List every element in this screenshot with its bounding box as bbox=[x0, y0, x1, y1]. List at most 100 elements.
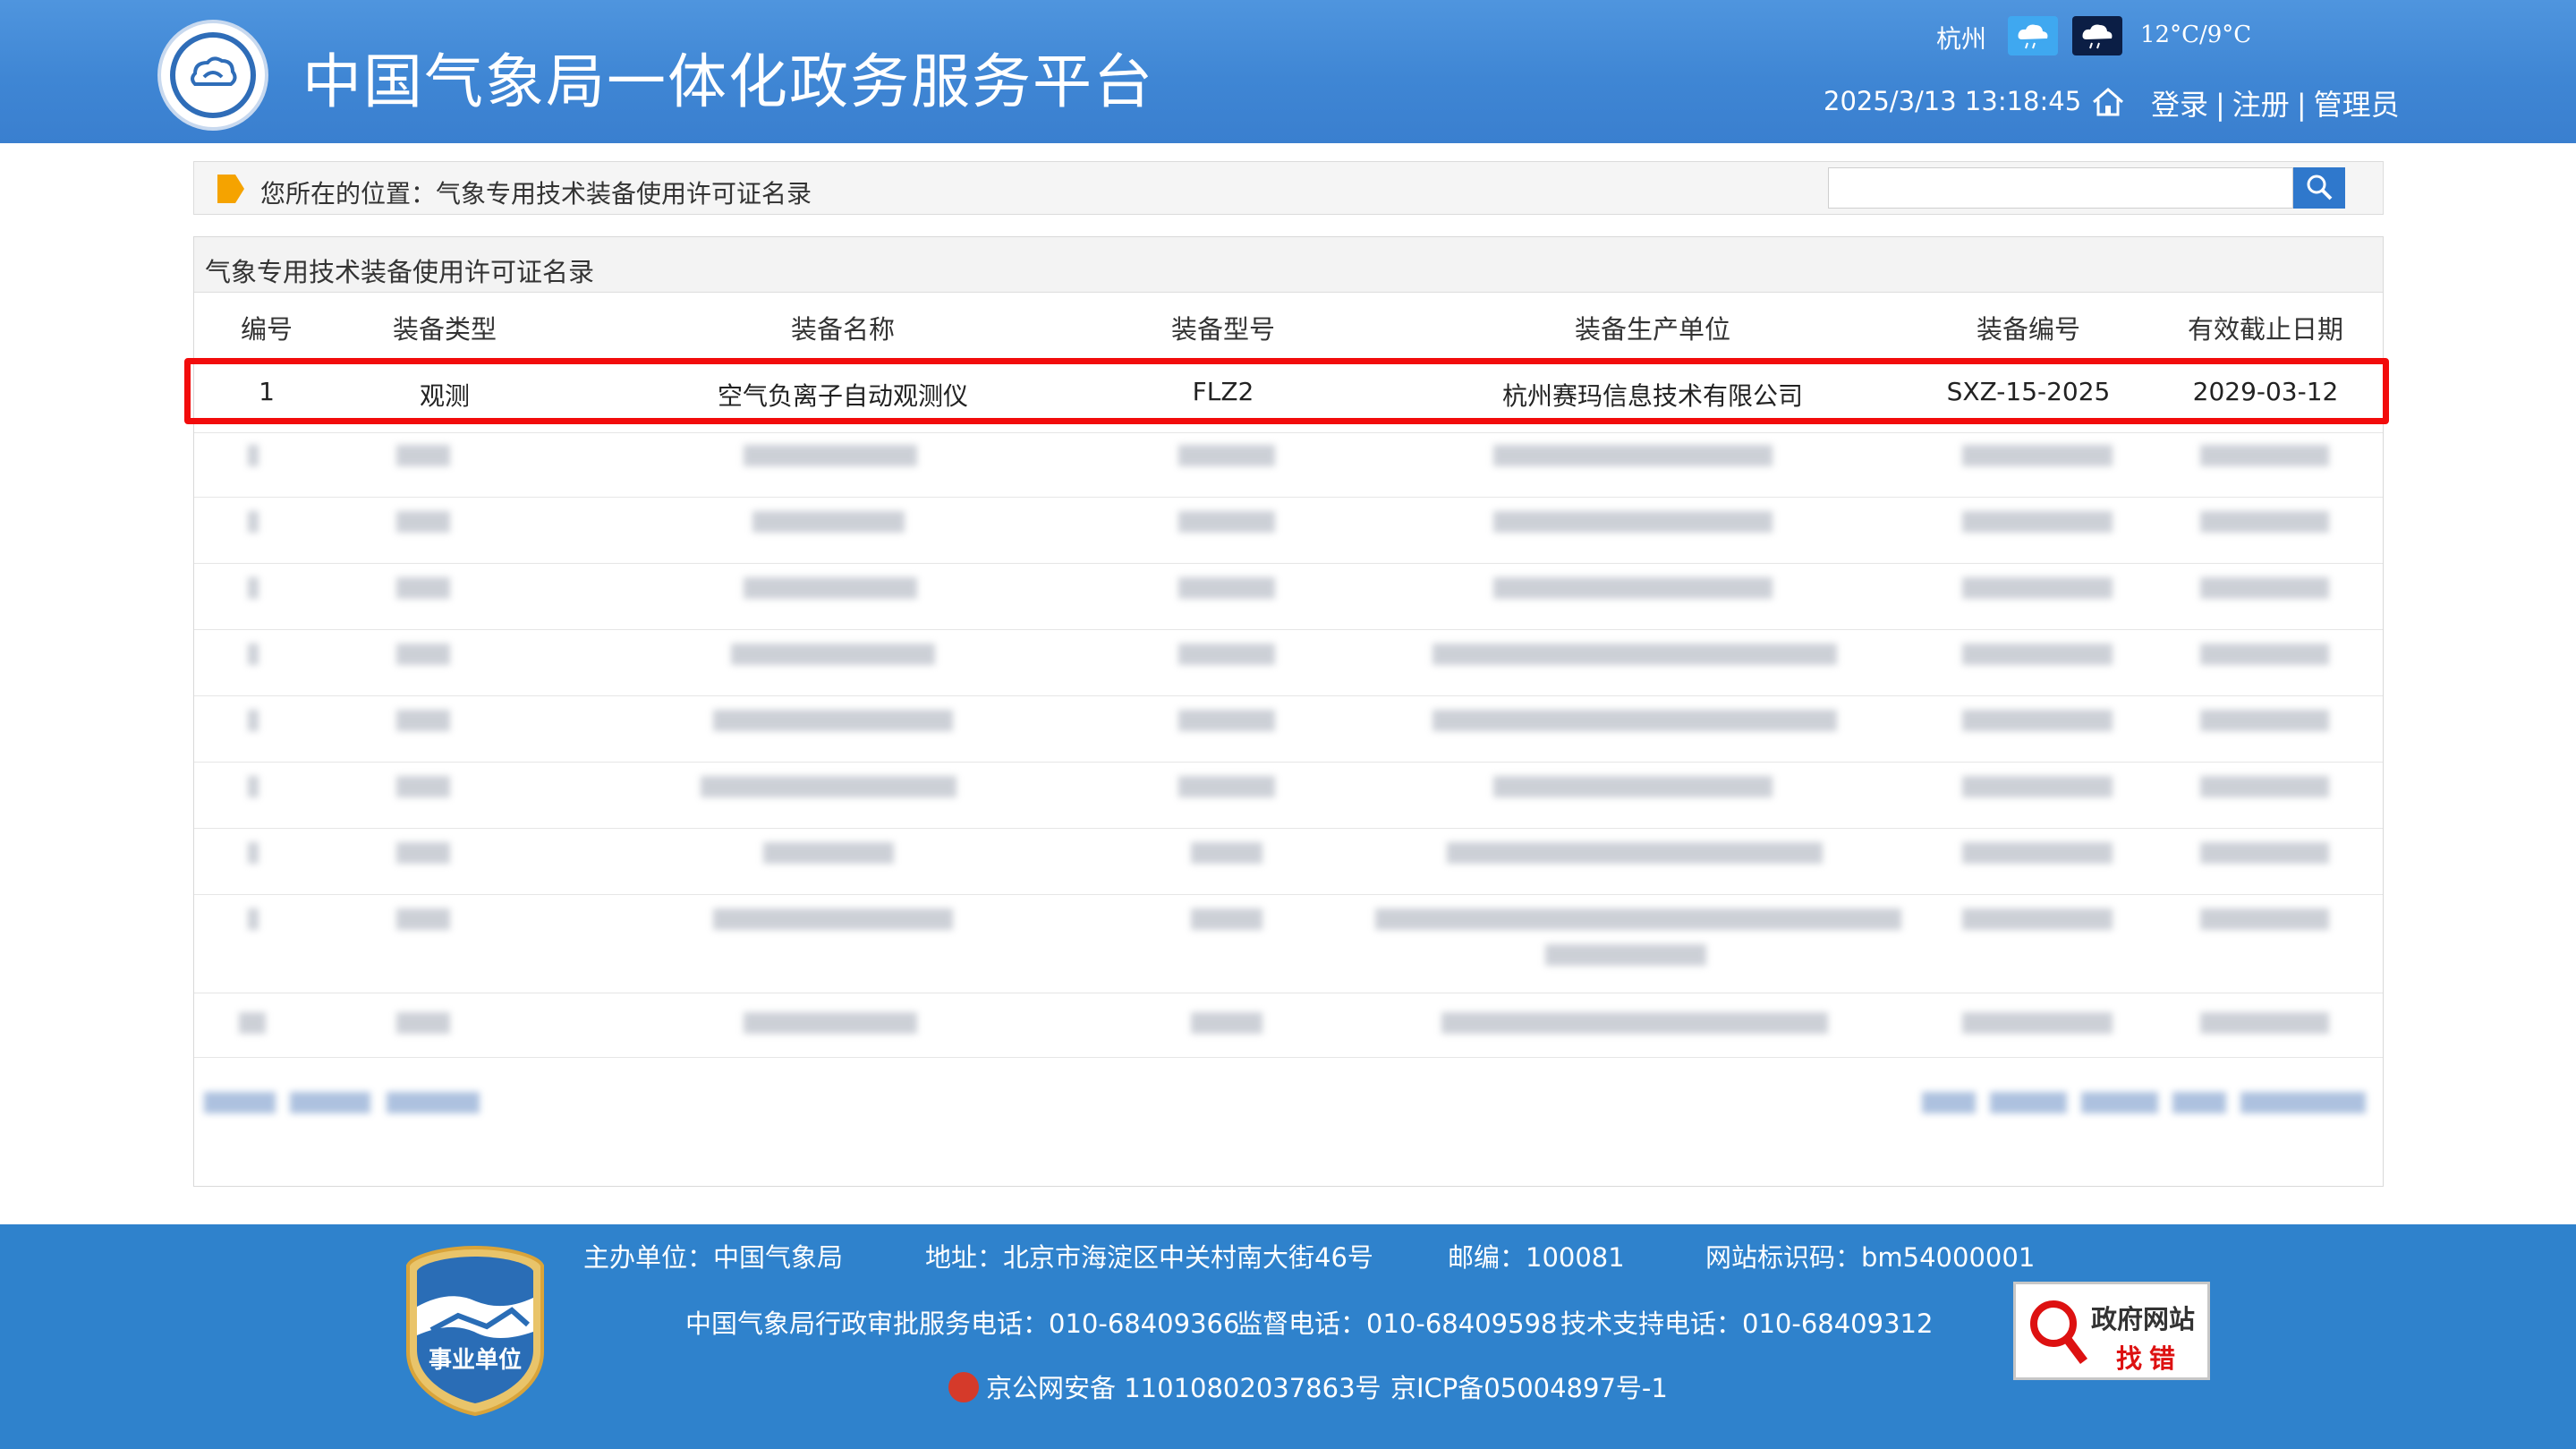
blurred-cell bbox=[2200, 842, 2329, 864]
blurred-cell bbox=[2200, 445, 2329, 466]
magnifier-icon bbox=[2030, 1300, 2087, 1364]
error-site-line1: 政府网站 bbox=[2091, 1304, 2196, 1334]
blurred-cell bbox=[248, 776, 259, 797]
blurred-cell bbox=[1962, 644, 2113, 665]
blurred-cell bbox=[1962, 445, 2113, 466]
blurred-cell bbox=[763, 842, 894, 864]
column-header-name: 装备名称 bbox=[790, 314, 895, 345]
public-institution-badge[interactable]: 事业单位 bbox=[404, 1244, 546, 1416]
footer-service-phone: 中国气象局行政审批服务电话：010-68409366 bbox=[685, 1308, 1240, 1339]
blurred-cell bbox=[248, 644, 259, 665]
blurred-cell bbox=[1178, 776, 1275, 797]
blurred-cell bbox=[2200, 511, 2329, 533]
blurred-cell bbox=[396, 842, 450, 864]
blurred-cell bbox=[1178, 445, 1275, 466]
blurred-cell bbox=[2200, 577, 2329, 599]
blurred-cell bbox=[1433, 644, 1837, 665]
row-divider bbox=[194, 629, 2383, 630]
panel-title: 气象专用技术装备使用许可证名录 bbox=[205, 257, 595, 287]
blurred-cell bbox=[2200, 776, 2329, 797]
blurred-pager-button[interactable] bbox=[2172, 1092, 2226, 1113]
footer-supervise-phone: 监督电话：010-68409598 bbox=[1237, 1308, 1558, 1339]
blurred-cell bbox=[744, 445, 917, 466]
blurred-cell bbox=[1191, 908, 1262, 930]
blurred-pager-button[interactable] bbox=[2081, 1092, 2158, 1113]
site-title: 中国气象局一体化政务服务平台 bbox=[302, 47, 1154, 116]
breadcrumb-label: 您所在的位置： bbox=[260, 179, 437, 209]
blurred-pager-text bbox=[290, 1092, 370, 1113]
blurred-cell bbox=[1962, 511, 2113, 533]
column-header-model: 装备型号 bbox=[1170, 314, 1275, 345]
blurred-cell bbox=[396, 577, 450, 599]
blurred-cell bbox=[1191, 1012, 1262, 1034]
search-button[interactable] bbox=[2293, 167, 2345, 209]
breadcrumb-text: 您所在的位置：气象专用技术装备使用许可证名录 bbox=[260, 175, 812, 210]
blurred-cell bbox=[248, 445, 259, 466]
blurred-cell bbox=[713, 710, 953, 731]
blurred-cell bbox=[1962, 577, 2113, 599]
row-divider bbox=[194, 828, 2383, 829]
blurred-cell bbox=[744, 1012, 917, 1034]
pagination-controls[interactable] bbox=[1922, 1085, 2369, 1117]
blurred-pager-text bbox=[204, 1092, 276, 1113]
weather-temperature: 12°C/9°C bbox=[2140, 21, 2252, 48]
register-link[interactable]: 注册 bbox=[2232, 88, 2290, 122]
blurred-cell bbox=[396, 644, 450, 665]
blurred-cell bbox=[2200, 710, 2329, 731]
blurred-pager-button[interactable] bbox=[1990, 1092, 2067, 1113]
blurred-cell bbox=[1962, 776, 2113, 797]
error-site-line2: 找错 bbox=[2116, 1343, 2183, 1374]
blurred-cell bbox=[752, 511, 905, 533]
weather-city: 杭州 bbox=[1936, 24, 1987, 54]
blurred-cell bbox=[239, 1012, 266, 1034]
blurred-cell bbox=[2200, 908, 2329, 930]
blurred-cell bbox=[1962, 1012, 2113, 1034]
blurred-pager-button[interactable] bbox=[2240, 1092, 2366, 1113]
link-separator: | bbox=[2215, 88, 2225, 122]
row-divider bbox=[194, 1057, 2383, 1058]
blurred-cell bbox=[1962, 710, 2113, 731]
blurred-cell bbox=[713, 908, 953, 930]
footer-address: 地址：北京市海淀区中关村南大街46号 bbox=[925, 1242, 1373, 1273]
logo-cloud-mark bbox=[191, 56, 237, 86]
search-input[interactable] bbox=[1828, 167, 2293, 209]
blurred-cell bbox=[2200, 644, 2329, 665]
blurred-cell bbox=[1178, 710, 1275, 731]
rain-night-icon bbox=[2072, 16, 2122, 55]
blurred-cell bbox=[396, 511, 450, 533]
row-divider bbox=[194, 432, 2383, 433]
column-header-no: 编号 bbox=[240, 314, 293, 345]
blurred-cell bbox=[1447, 842, 1823, 864]
column-header-expiry: 有效截止日期 bbox=[2187, 314, 2343, 345]
footer-icp[interactable]: 京ICP备05004897号-1 bbox=[1390, 1368, 1668, 1405]
row-divider bbox=[194, 497, 2383, 498]
blurred-cell bbox=[1493, 511, 1773, 533]
badge-text: 事业单位 bbox=[429, 1346, 522, 1374]
blurred-cell bbox=[744, 577, 917, 599]
column-header-maker: 装备生产单位 bbox=[1574, 314, 1730, 345]
home-icon[interactable] bbox=[2090, 86, 2126, 118]
blurred-cell bbox=[396, 710, 450, 731]
login-link[interactable]: 登录 bbox=[2151, 88, 2208, 122]
footer-postcode: 邮编：100081 bbox=[1448, 1242, 1625, 1273]
cma-logo[interactable] bbox=[157, 20, 268, 131]
blurred-cell bbox=[396, 908, 450, 930]
blurred-cell bbox=[396, 445, 450, 466]
blurred-cell bbox=[701, 776, 956, 797]
footer-host: 主办单位：中国气象局 bbox=[583, 1242, 844, 1273]
footer-police-record[interactable]: 京公网安备 11010802037863号 bbox=[948, 1368, 1382, 1405]
blurred-cell bbox=[2200, 1012, 2329, 1034]
admin-link[interactable]: 管理员 bbox=[2314, 88, 2400, 122]
current-datetime: 2025/3/13 13:18:45 bbox=[1824, 86, 2082, 116]
search-icon bbox=[2307, 175, 2333, 200]
blurred-cell bbox=[1962, 842, 2113, 864]
blurred-pager-text bbox=[387, 1092, 480, 1113]
blurred-cell bbox=[1375, 908, 1901, 930]
blurred-cell bbox=[248, 842, 259, 864]
row-divider bbox=[194, 695, 2383, 696]
blurred-pager-button[interactable] bbox=[1922, 1092, 1976, 1113]
breadcrumb: 您所在的位置：气象专用技术装备使用许可证名录 bbox=[193, 161, 2384, 215]
gov-site-error-report-button[interactable]: 政府网站 找错 bbox=[2013, 1282, 2210, 1380]
breadcrumb-flag-icon bbox=[217, 175, 244, 203]
police-record-text[interactable]: 京公网安备 11010802037863号 bbox=[986, 1373, 1382, 1403]
